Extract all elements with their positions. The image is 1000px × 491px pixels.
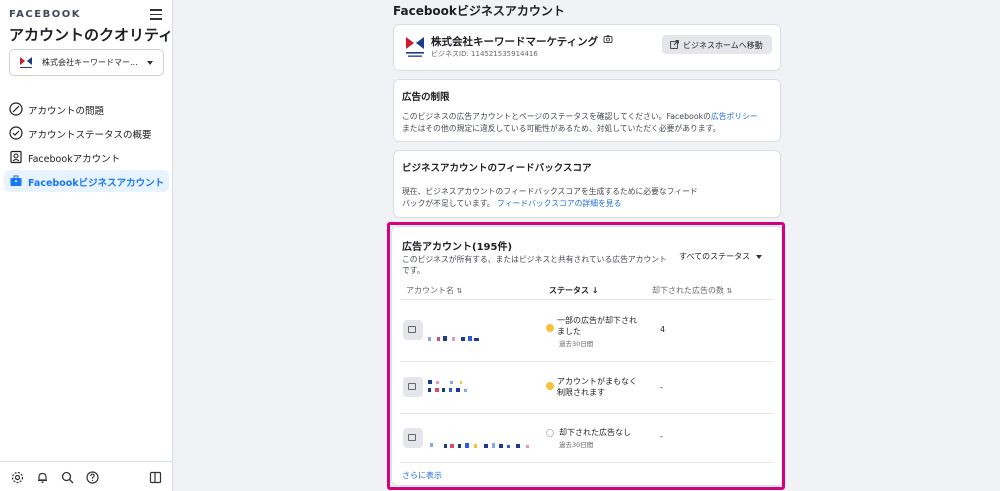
- clock-check-icon: [9, 126, 23, 140]
- page-title: アカウントのクオリティ: [9, 26, 174, 44]
- sidebar-item-label: アカウントの問題: [28, 106, 105, 117]
- sidebar-item-label: アカウントステータスの概要: [28, 130, 152, 141]
- restrictions-text-part: またはその他の規定に違反している可能性があるため、対処していただく必要があります…: [402, 124, 721, 133]
- hamburger-menu-icon[interactable]: [150, 9, 162, 20]
- brand-wordmark: FACEBOOK: [9, 9, 81, 20]
- sidebar-nav: アカウントの問題 アカウントステータスの概要 Facebookアカウント Fac…: [4, 98, 169, 194]
- profile-card-icon: [10, 150, 22, 164]
- help-icon[interactable]: [86, 471, 99, 484]
- account-selector[interactable]: 株式会社キーワードマー...: [9, 49, 164, 76]
- external-link-icon: [670, 40, 679, 49]
- business-logo-icon: [20, 57, 32, 68]
- main-title: Facebookビジネスアカウント: [393, 4, 565, 18]
- feedback-title: ビジネスアカウントのフィードバックスコア: [402, 163, 592, 174]
- search-icon[interactable]: [61, 471, 74, 484]
- business-home-button[interactable]: ビジネスホームへ移動: [662, 35, 772, 54]
- gear-icon[interactable]: [11, 471, 24, 484]
- ad-policy-link[interactable]: 広告ポリシー: [711, 112, 758, 121]
- feedback-score-card: ビジネスアカウントのフィードバックスコア 現在、ビジネスアカウントのフィードバッ…: [393, 150, 781, 218]
- sidebar-item-account-issues[interactable]: アカウントの問題: [4, 98, 169, 120]
- sidebar-item-status-overview[interactable]: アカウントステータスの概要: [4, 122, 169, 144]
- business-home-label: ビジネスホームへ移動: [683, 41, 763, 50]
- keyword-marketing-logo: [406, 37, 424, 57]
- sidebar-item-label: Facebookビジネスアカウント: [28, 178, 165, 189]
- panel-toggle-icon[interactable]: [149, 471, 162, 484]
- camera-badge-icon: [603, 35, 613, 43]
- chevron-down-icon: [147, 61, 153, 65]
- restrictions-text-part: このビジネスの広告アカウントとページのステータスを確認してください。Facebo…: [402, 112, 711, 121]
- business-card: 株式会社キーワードマーケティング ビジネスID: 114521535914416…: [393, 24, 781, 71]
- selected-account-name: 株式会社キーワードマー...: [42, 58, 138, 67]
- bell-icon[interactable]: [36, 471, 49, 484]
- briefcase-icon: [10, 175, 22, 186]
- feedback-score-link[interactable]: フィードバックスコアの詳細を見る: [497, 199, 621, 208]
- sidebar-item-facebook-account[interactable]: Facebookアカウント: [4, 146, 169, 168]
- business-id: ビジネスID: 114521535914416: [431, 50, 538, 58]
- restrictions-title: 広告の制限: [402, 92, 450, 103]
- alert-circle-icon: [9, 102, 23, 116]
- ad-restrictions-card: 広告の制限 このビジネスの広告アカウントとページのステータスを確認してください。…: [393, 79, 781, 142]
- sidebar-item-label: Facebookアカウント: [28, 154, 121, 165]
- restrictions-text: このビジネスの広告アカウントとページのステータスを確認してください。Facebo…: [402, 111, 774, 135]
- business-name: 株式会社キーワードマーケティング: [431, 36, 599, 48]
- feedback-text: 現在、ビジネスアカウントのフィードバックスコアを生成するために必要なフィードバッ…: [402, 186, 702, 210]
- sidebar-footer: [0, 461, 173, 491]
- sidebar-item-business-account[interactable]: Facebookビジネスアカウント: [4, 170, 169, 192]
- sidebar: FACEBOOK アカウントのクオリティ 株式会社キーワードマー... アカウン…: [0, 0, 173, 491]
- highlight-frame: [387, 222, 785, 490]
